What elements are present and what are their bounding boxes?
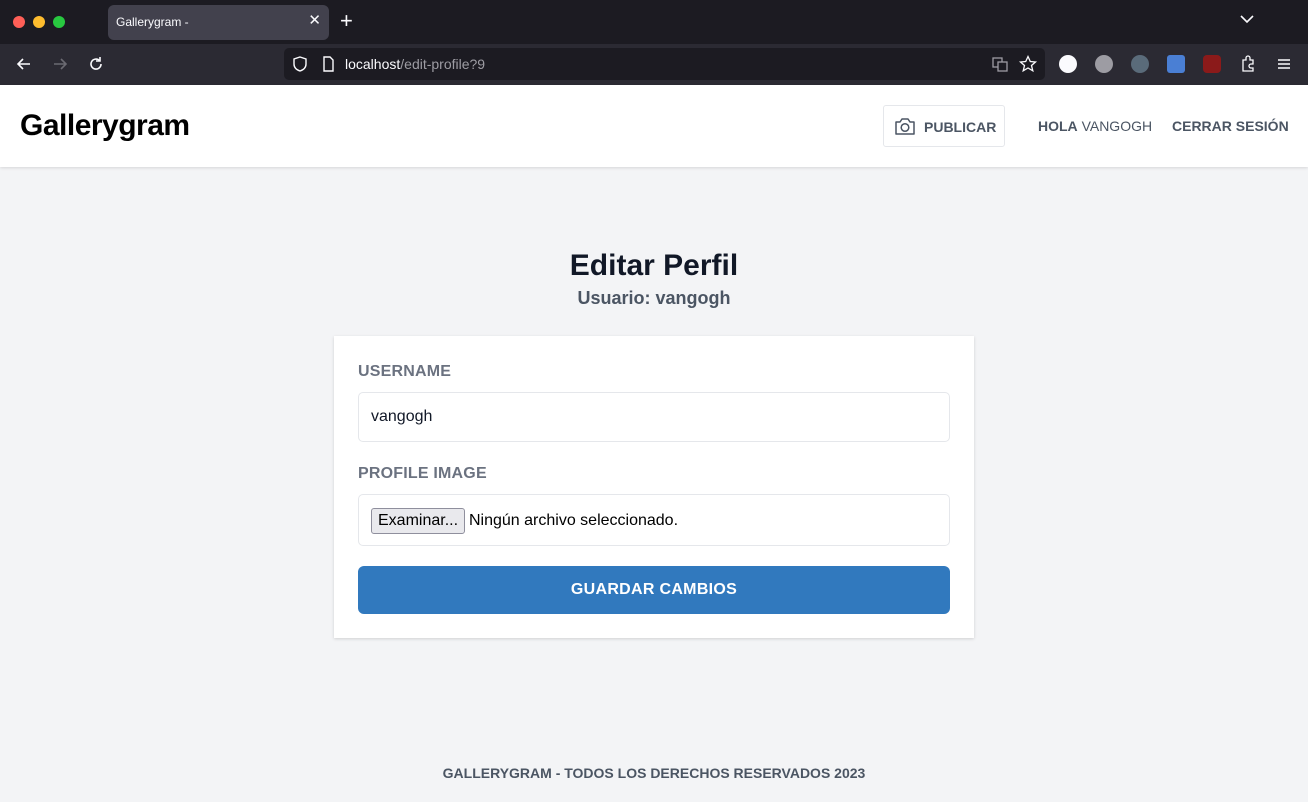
greeting-prefix: HOLA [1038,118,1078,134]
reload-icon[interactable] [86,54,106,74]
url-host: localhost [345,56,401,72]
extensions-puzzle-icon[interactable] [1238,54,1258,74]
page-subtitle: Usuario: vangogh [577,288,731,308]
back-arrow-icon[interactable] [14,54,34,74]
tab-title: Gallerygram - [116,15,189,29]
minimize-window-button[interactable] [33,16,45,28]
forward-arrow-icon[interactable] [50,54,70,74]
site-footer: GALLERYGRAM - TODOS LOS DERECHOS RESERVA… [442,765,866,781]
bookmark-star-icon[interactable] [1018,54,1038,74]
shield-icon[interactable] [290,54,310,74]
save-changes-button[interactable]: GUARDAR CAMBIOS [358,566,950,614]
camera-icon [895,118,915,135]
browser-navbar: localhost/edit-profile?9 [0,44,1308,85]
translate-page-icon[interactable] [990,54,1010,74]
browser-titlebar: Gallerygram - ✕ + [0,0,1308,44]
user-greeting[interactable]: HOLA VANGOGH [1038,118,1152,134]
browse-file-button[interactable]: Examinar... [371,508,466,534]
new-tab-button[interactable]: + [340,10,353,32]
edit-profile-form: USERNAME PROFILE IMAGE Examinar... Ningú… [334,336,974,638]
url-text[interactable]: localhost/edit-profile?9 [345,56,485,72]
username-label: USERNAME [358,363,452,380]
logout-link[interactable]: CERRAR SESIÓN [1172,118,1289,134]
url-path: /edit-profile?9 [400,56,486,72]
profile-image-label: PROFILE IMAGE [358,465,487,482]
tab-list-chevron-icon[interactable] [1238,10,1256,28]
profile-image-file-input[interactable]: Examinar... Ningún archivo seleccionado. [358,494,950,546]
publish-button[interactable]: PUBLICAR [883,105,1005,147]
page-title: Editar Perfil [569,249,739,282]
extension-ublock-icon[interactable] [1203,55,1221,73]
url-bar[interactable]: localhost/edit-profile?9 [284,48,1045,80]
publish-label: PUBLICAR [924,119,997,135]
extension-dark-reader-icon[interactable] [1095,55,1113,73]
file-status-text: Ningún archivo seleccionado. [469,512,679,529]
tab-close-icon[interactable]: ✕ [308,13,321,29]
extension-glasses-icon[interactable] [1131,55,1149,73]
extension-v-icon[interactable] [1059,55,1077,73]
page-icon [323,56,334,72]
brand-logo[interactable]: Gallerygram [20,109,190,143]
greeting-username: VANGOGH [1081,118,1153,134]
menu-hamburger-icon[interactable] [1274,54,1294,74]
maximize-window-button[interactable] [53,16,65,28]
extension-translate-icon[interactable] [1167,55,1185,73]
site-header: Gallerygram PUBLICAR HOLA VANGOGH CERRAR… [0,85,1308,167]
close-window-button[interactable] [13,16,25,28]
browser-tab[interactable]: Gallerygram - ✕ [108,5,329,40]
username-input[interactable] [358,392,950,442]
